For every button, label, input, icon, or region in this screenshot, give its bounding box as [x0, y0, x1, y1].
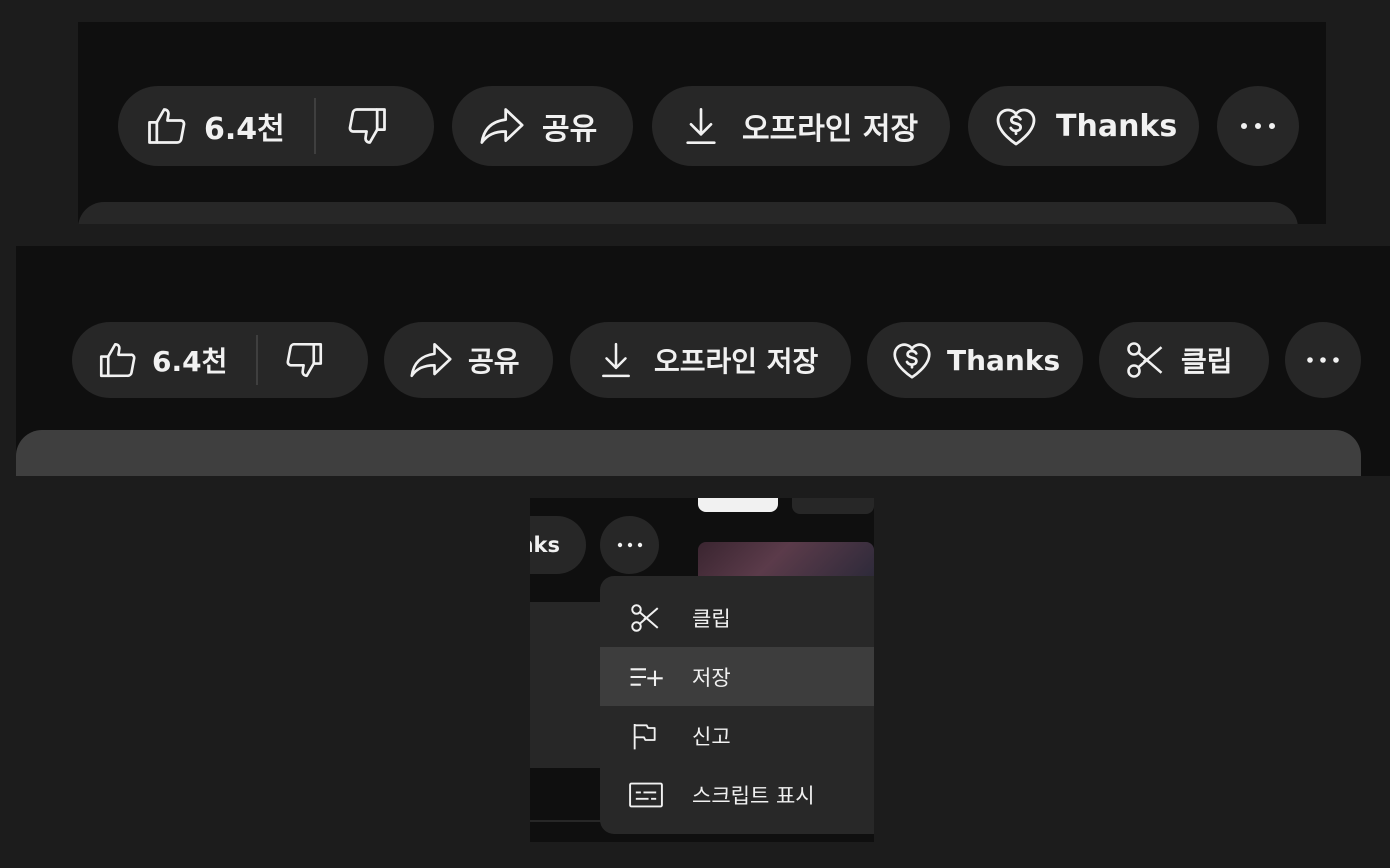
share-button[interactable]: 공유	[384, 322, 553, 398]
playlist-add-icon	[600, 664, 692, 690]
share-button[interactable]: 공유	[452, 86, 633, 166]
like-count: 6.4천	[152, 345, 228, 378]
description-box	[78, 202, 1298, 224]
menu-item-label: 신고	[692, 724, 731, 749]
description-box	[16, 430, 1361, 476]
more-actions-button[interactable]	[600, 516, 659, 574]
more-horizontal-icon	[1305, 355, 1341, 365]
menu-item-clip[interactable]: 클립	[600, 588, 874, 647]
dislike-button[interactable]	[258, 322, 326, 398]
more-horizontal-icon	[1238, 121, 1278, 131]
dislike-button[interactable]	[316, 86, 390, 166]
menu-item-report[interactable]: 신고	[600, 706, 874, 765]
more-actions-menu: 클립 저장 신고 스크립트 표시	[600, 576, 874, 834]
menu-item-save[interactable]: 저장	[600, 647, 874, 706]
share-label: 공유	[542, 112, 598, 147]
scissors-icon	[1123, 338, 1167, 382]
more-actions-button[interactable]	[1285, 322, 1361, 398]
download-button[interactable]: 오프라인 저장	[570, 322, 851, 398]
thanks-button[interactable]: Thanks	[867, 322, 1083, 398]
more-actions-button[interactable]	[1217, 86, 1299, 166]
flag-icon	[600, 719, 692, 753]
more-actions-menu-crop: nks 클립 저장	[530, 498, 874, 842]
thanks-label: Thanks	[947, 343, 1061, 377]
menu-item-label: 스크립트 표시	[692, 783, 815, 808]
like-dislike-group: 6.4천	[72, 322, 368, 398]
top-chip	[698, 498, 778, 512]
share-arrow-icon	[408, 339, 454, 381]
download-label: 오프라인 저장	[654, 345, 819, 378]
menu-item-transcript[interactable]: 스크립트 표시	[600, 765, 874, 824]
like-count: 6.4천	[204, 112, 285, 147]
heart-dollar-icon	[992, 102, 1040, 150]
transcript-icon	[600, 781, 692, 809]
thanks-label-partial: nks	[530, 533, 560, 557]
menu-item-label: 클립	[692, 606, 731, 631]
like-dislike-group: 6.4천	[118, 86, 434, 166]
top-chip-dark	[792, 498, 874, 514]
menu-item-label: 저장	[692, 665, 731, 690]
clip-button[interactable]: 클립	[1099, 322, 1269, 398]
thumbs-down-icon	[284, 339, 326, 381]
download-icon	[684, 106, 718, 146]
download-icon	[600, 341, 632, 379]
share-arrow-icon	[478, 104, 526, 148]
action-bar-compact: 6.4천 공유 오프라인 저장 Thanks	[78, 22, 1326, 224]
more-horizontal-icon	[616, 541, 644, 549]
like-button[interactable]: 6.4천	[72, 322, 256, 398]
action-bar-wide: 6.4천 공유 오프라인 저장 Thanks 클립	[16, 246, 1390, 476]
thumbs-up-icon	[144, 104, 188, 148]
heart-dollar-icon	[889, 337, 935, 383]
like-button[interactable]: 6.4천	[118, 86, 314, 166]
thanks-label: Thanks	[1056, 108, 1178, 144]
clip-label: 클립	[1181, 345, 1233, 378]
download-label: 오프라인 저장	[742, 112, 919, 147]
share-label: 공유	[468, 345, 520, 378]
scissors-icon	[600, 601, 692, 635]
download-button[interactable]: 오프라인 저장	[652, 86, 950, 166]
thanks-button-partial[interactable]: nks	[530, 516, 586, 574]
thanks-button[interactable]: Thanks	[968, 86, 1199, 166]
thumbs-down-icon	[346, 104, 390, 148]
thumbs-up-icon	[96, 339, 138, 381]
